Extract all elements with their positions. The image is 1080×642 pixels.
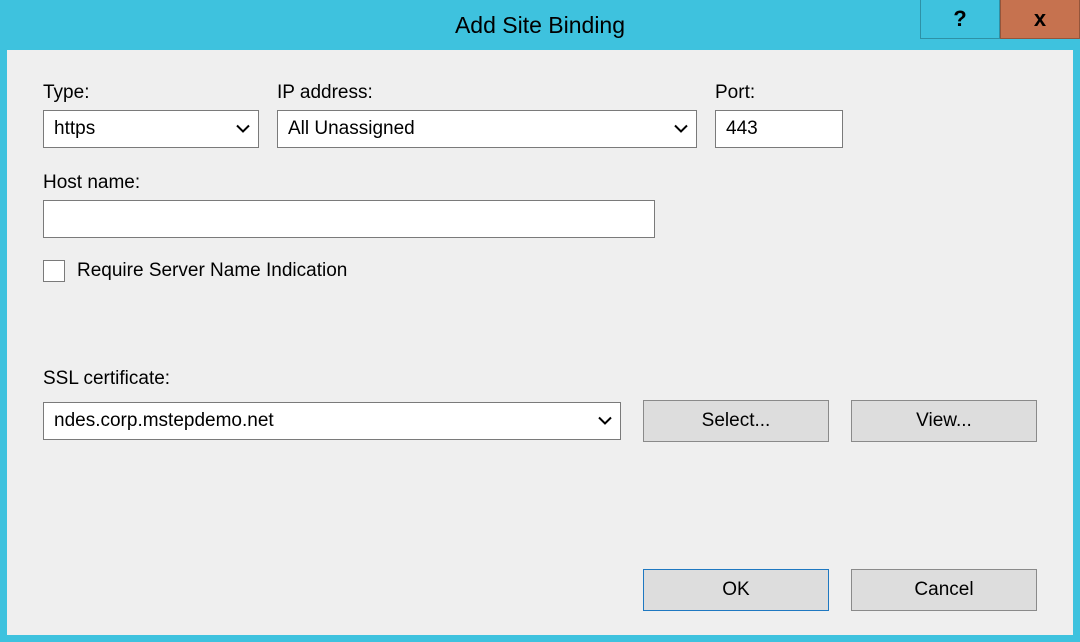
ssl-cert-value: ndes.corp.mstepdemo.net bbox=[54, 410, 274, 432]
label-host: Host name: bbox=[43, 172, 1037, 194]
ssl-row: ndes.corp.mstepdemo.net Select... View..… bbox=[43, 400, 1037, 442]
port-input[interactable]: 443 bbox=[715, 110, 843, 148]
port-value: 443 bbox=[726, 118, 758, 140]
select-button[interactable]: Select... bbox=[643, 400, 829, 442]
ip-value: All Unassigned bbox=[288, 118, 415, 140]
help-button[interactable]: ? bbox=[920, 0, 1000, 39]
label-ssl: SSL certificate: bbox=[43, 368, 1037, 390]
field-type: Type: https bbox=[43, 82, 259, 148]
ip-dropdown[interactable]: All Unassigned bbox=[277, 110, 697, 148]
chevron-down-icon bbox=[236, 124, 250, 134]
ok-button-label: OK bbox=[722, 579, 749, 601]
label-ip: IP address: bbox=[277, 82, 697, 104]
title-controls: ? x bbox=[920, 0, 1080, 50]
type-value: https bbox=[54, 118, 95, 140]
require-sni-label: Require Server Name Indication bbox=[77, 260, 347, 282]
help-icon: ? bbox=[953, 6, 966, 32]
view-button-label: View... bbox=[916, 410, 972, 432]
field-host: Host name: bbox=[43, 172, 1037, 238]
titlebar: Add Site Binding ? x bbox=[0, 0, 1080, 50]
type-dropdown[interactable]: https bbox=[43, 110, 259, 148]
close-button[interactable]: x bbox=[1000, 0, 1080, 39]
host-input[interactable] bbox=[43, 200, 655, 238]
dialog-body: Type: https IP address: All Unassigned bbox=[7, 50, 1073, 635]
select-button-label: Select... bbox=[702, 410, 771, 432]
window-title: Add Site Binding bbox=[0, 12, 920, 39]
dialog-footer: OK Cancel bbox=[643, 569, 1037, 611]
label-type: Type: bbox=[43, 82, 259, 104]
cancel-button[interactable]: Cancel bbox=[851, 569, 1037, 611]
field-port: Port: 443 bbox=[715, 82, 843, 148]
ssl-cert-dropdown[interactable]: ndes.corp.mstepdemo.net bbox=[43, 402, 621, 440]
ok-button[interactable]: OK bbox=[643, 569, 829, 611]
checkbox-box bbox=[43, 260, 65, 282]
row-type-ip-port: Type: https IP address: All Unassigned bbox=[43, 82, 1037, 148]
field-ip: IP address: All Unassigned bbox=[277, 82, 697, 148]
view-button[interactable]: View... bbox=[851, 400, 1037, 442]
chevron-down-icon bbox=[598, 416, 612, 426]
chevron-down-icon bbox=[674, 124, 688, 134]
label-port: Port: bbox=[715, 82, 843, 104]
dialog-window: Add Site Binding ? x Type: https I bbox=[0, 0, 1080, 642]
cancel-button-label: Cancel bbox=[914, 579, 973, 601]
field-ssl: SSL certificate: ndes.corp.mstepdemo.net… bbox=[43, 368, 1037, 442]
require-sni-checkbox[interactable]: Require Server Name Indication bbox=[43, 260, 1037, 282]
close-icon: x bbox=[1034, 6, 1046, 32]
